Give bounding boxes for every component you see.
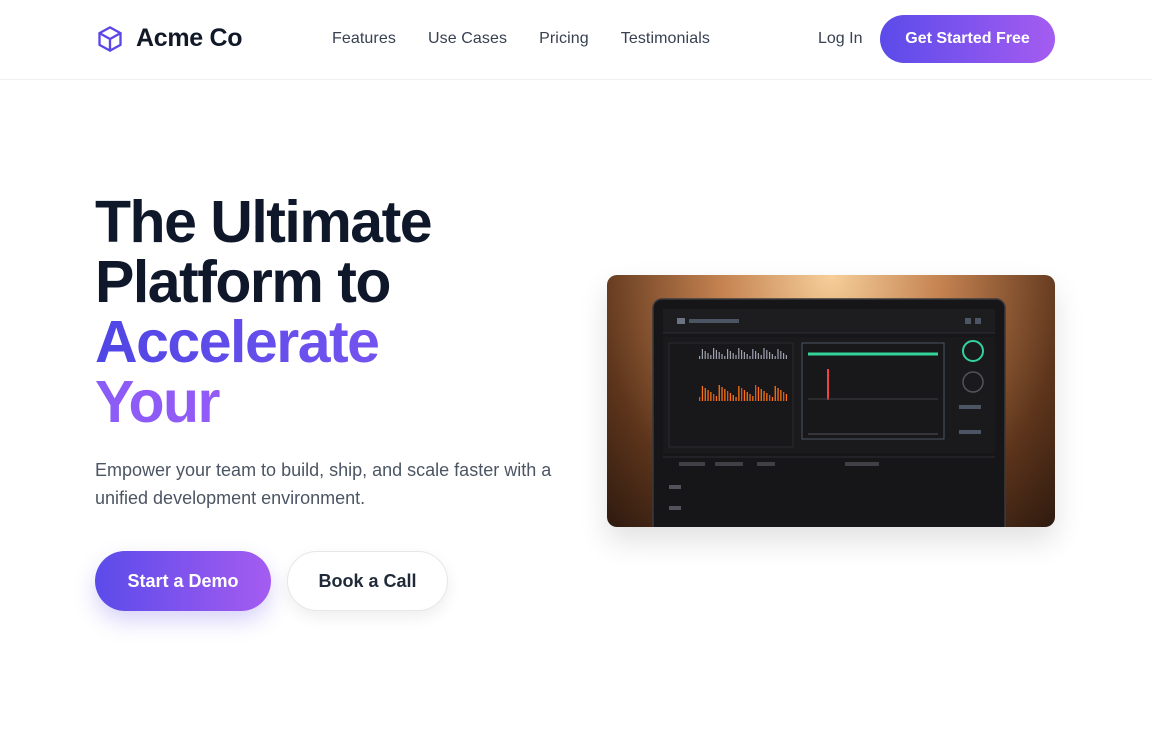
decorative-bar [718,352,720,359]
decorative-bar [727,391,729,401]
decorative-bar [735,397,737,401]
decorative-bar [732,353,734,359]
decorative-bar [715,350,717,359]
decorative-bar [701,386,704,401]
decorative-bar [774,356,776,359]
brand-logo-link[interactable]: Acme Co [96,24,243,53]
decorative-bar [785,355,787,359]
decorative-bar [724,389,726,401]
decorative-bar [699,397,701,401]
decorative-bar [780,390,782,401]
decorative-bar [752,349,754,359]
decorative-bar [718,385,720,401]
login-link[interactable]: Log In [818,30,862,48]
nav-link-use-cases[interactable]: Use Cases [428,30,507,48]
nav-link-testimonials[interactable]: Testimonials [621,30,710,48]
decorative-bar [780,351,782,359]
decorative-bar [769,395,771,401]
decorative-bar [735,355,737,359]
decorative-bar [743,390,746,401]
hero-title-line-3: Accelerate [95,312,555,372]
brand-name: Acme Co [136,24,243,52]
decorative-bar [777,349,779,359]
nav-link-features[interactable]: Features [332,30,396,48]
decorative-bar [785,394,788,401]
decorative-bar [760,389,762,401]
decorative-bar [766,393,768,401]
decorative-bar [752,396,754,401]
decorative-bar [704,388,706,401]
dashboard-illustration [652,298,1006,527]
decorative-bar [783,392,785,401]
decorative-bar [757,387,760,401]
hero-title-line-4: Your [95,372,555,432]
nav-link-pricing[interactable]: Pricing [539,30,589,48]
decorative-bar [769,352,771,359]
decorative-bar [727,349,729,359]
main-nav: Features Use Cases Pricing Testimonials [332,30,710,48]
decorative-bar [749,356,751,359]
decorative-bar [707,353,709,359]
decorative-bar [741,350,743,359]
start-demo-button[interactable]: Start a Demo [95,551,271,611]
decorative-bar [713,348,715,359]
decorative-bar [741,388,743,401]
decorative-bar [749,394,751,401]
decorative-bar [713,394,715,401]
cube-icon [98,25,122,52]
decorative-bar [766,350,768,359]
hero-title-line-1: The Ultimate [95,189,433,255]
decorative-bar [715,396,718,401]
decorative-bar [771,354,773,359]
decorative-bar [757,353,759,359]
decorative-bar [704,351,706,359]
decorative-bar [729,351,731,359]
decorative-bar [721,387,723,401]
decorative-bar [763,348,765,359]
decorative-bar [746,354,748,359]
decorative-bar [755,351,757,359]
hero-title: The Ultimate Platform to Accelerate Your [95,192,555,432]
decorative-bar [721,354,723,359]
decorative-bar [701,349,703,359]
decorative-bar [777,388,779,401]
hero-title-line-2: Platform to [95,249,391,315]
decorative-bar [710,355,712,359]
decorative-bar [763,391,765,401]
decorative-bar [707,390,709,401]
decorative-bar [774,386,776,401]
decorative-bar [771,397,774,401]
decorative-bar [738,348,740,359]
decorative-bar [738,386,740,401]
get-started-button[interactable]: Get Started Free [880,15,1055,63]
decorative-bar [783,353,785,359]
decorative-bar [760,355,762,359]
decorative-bar [699,356,701,359]
decorative-bar [710,392,712,401]
decorative-bar [746,392,748,401]
hero-dashboard-image [607,275,1055,527]
book-call-button[interactable]: Book a Call [287,551,448,611]
decorative-bar [732,395,734,401]
decorative-bar [729,393,732,401]
decorative-bar [724,356,726,359]
hero-subtitle: Empower your team to build, ship, and sc… [95,460,552,508]
decorative-bar [755,385,757,401]
top-navbar: Acme Co Features Use Cases Pricing Testi… [0,0,1152,80]
decorative-bar [743,352,745,359]
